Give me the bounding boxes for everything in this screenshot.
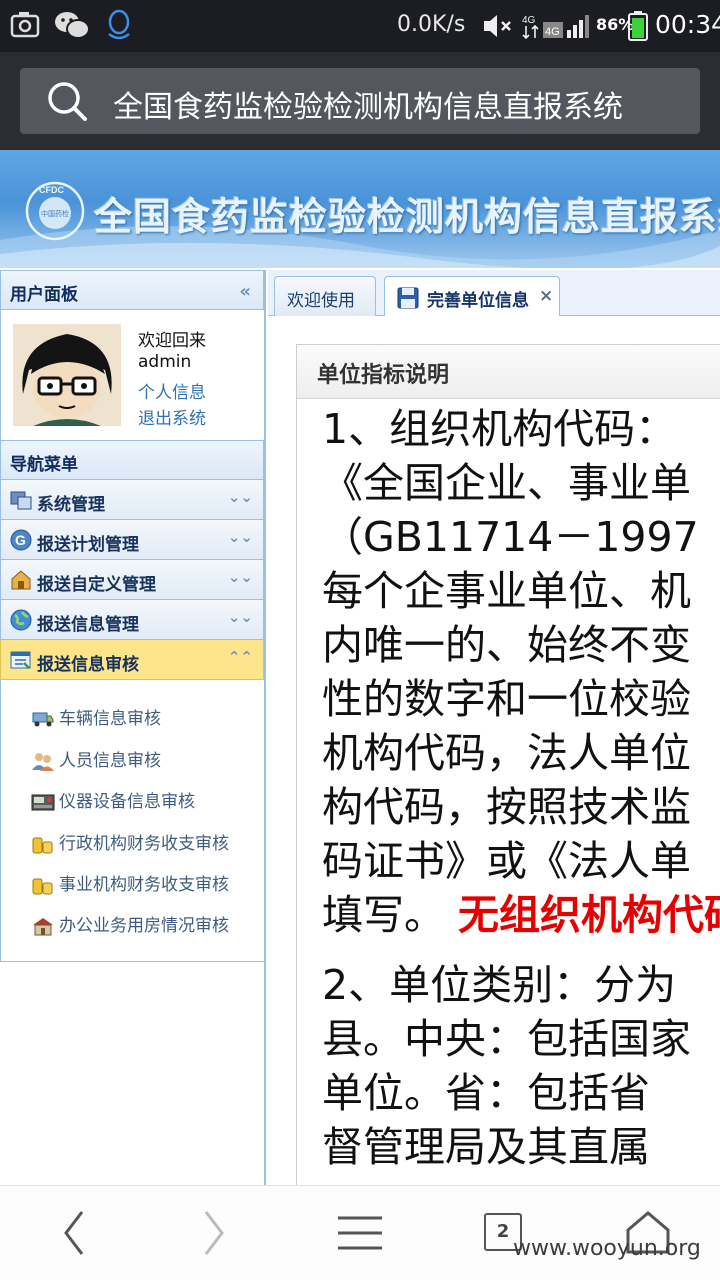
doc-line: 督管理局及其直属: [322, 1123, 650, 1171]
user-panel-title: 用户面板: [10, 285, 78, 305]
left-sidebar: 用户面板 « 欢迎回来 admin 个人信息 退出系统 导航菜单 系统管理 ⌄⌄: [0, 270, 266, 1185]
instrument-icon: [31, 794, 55, 811]
url-bar[interactable]: 全国食药监检验检测机构信息直报系统: [20, 68, 700, 134]
system-icon: [10, 491, 32, 510]
close-icon[interactable]: ×: [539, 286, 553, 306]
submenu-item-instrument[interactable]: 仪器设备信息审核: [31, 787, 195, 812]
doc-heading: 单位指标说明: [297, 345, 720, 399]
site-title: 全国食药监检验检测机构信息直报系统: [94, 195, 720, 239]
review-icon: [10, 651, 31, 669]
people-icon: [32, 753, 54, 771]
data-transfer-icon: 4G: [522, 15, 539, 40]
qq-icon: [108, 9, 130, 40]
tab-welcome[interactable]: 欢迎使用: [274, 276, 376, 316]
doc-line: 2、单位类别：分为: [322, 961, 677, 1009]
svg-text:4G: 4G: [522, 15, 536, 26]
submenu-item-admin-finance[interactable]: 行政机构财务收支审核: [31, 829, 229, 854]
chevron-down-icon: ⌄⌄: [227, 488, 253, 506]
profile-link[interactable]: 个人信息: [138, 378, 206, 403]
browser-toolbar: 全国食药监检验检测机构信息直报系统: [0, 52, 720, 150]
network-type: 4G: [545, 26, 560, 38]
cfdc-logo-icon: CFDC 中国药检: [25, 181, 85, 241]
doc-line: 《全国企业、事业单: [322, 459, 691, 507]
doc-line: 构代码，按照技术监: [322, 783, 691, 831]
menu-item-info[interactable]: 报送信息管理 ⌄⌄: [0, 600, 264, 640]
menu-icon[interactable]: [336, 1214, 384, 1254]
paragraph-2: 2、单位类别：分为 县。中央：包括国家 单位。省：包括省 督管理局及其直属: [322, 958, 720, 1174]
doc-line: （GB11714－1997: [322, 513, 699, 561]
chevron-down-icon: ⌄⌄: [227, 568, 253, 586]
doc-line: 机构代码，法人单位: [322, 729, 691, 777]
forward-icon[interactable]: [200, 1208, 230, 1258]
network-speed: 0.0K/s: [397, 12, 466, 37]
chevron-down-icon: ⌄⌄: [227, 608, 253, 626]
chevron-down-icon: ⌄⌄: [227, 528, 253, 546]
clock: 00:34: [655, 10, 720, 39]
logout-link[interactable]: 退出系统: [138, 404, 206, 429]
chevron-up-icon: ⌃⌃: [227, 648, 253, 666]
content-area: 单位指标说明 1、组织机构代码： 《全国企业、事业单 （GB11714－1997…: [268, 316, 720, 1185]
globe-icon: [10, 609, 32, 631]
coins-icon: [32, 878, 53, 895]
paragraph-1: 1、组织机构代码： 《全国企业、事业单 （GB11714－1997 每个企事业单…: [322, 402, 720, 942]
menu-item-system[interactable]: 系统管理 ⌄⌄: [0, 480, 264, 520]
signal-icon: 4G: [543, 15, 589, 38]
vehicle-icon: [32, 712, 54, 727]
coins-icon: [32, 837, 53, 854]
doc-line-last: 填写。 无组织机构代码: [322, 888, 720, 942]
submenu-item-institution-finance[interactable]: 事业机构财务收支审核: [31, 870, 229, 895]
review-submenu: 车辆信息审核 人员信息审核 仪器设备信息审核 行政机构财务收支审核 事业机构财务…: [0, 680, 264, 962]
warning-text: 无组织机构代码: [458, 891, 720, 939]
screenshot-icon: [10, 12, 40, 38]
doc-line: 1、组织机构代码：: [322, 405, 677, 453]
submenu-item-personnel[interactable]: 人员信息审核: [31, 746, 161, 771]
doc-line: 县。中央：包括国家: [322, 1015, 691, 1063]
username: admin: [138, 352, 192, 372]
browser-bottom-nav: 2: [0, 1185, 720, 1280]
logo-text: CFDC: [39, 185, 64, 195]
nav-menu-header: 导航菜单: [0, 440, 264, 480]
wechat-icon: [55, 12, 90, 39]
house-icon: [11, 570, 31, 590]
tab-unit-info[interactable]: 完善单位信息 ×: [384, 276, 560, 317]
logo-sub: 中国药检: [41, 209, 69, 218]
battery-icon: [628, 11, 648, 41]
welcome-text: 欢迎回来: [138, 331, 206, 351]
user-info: 欢迎回来 admin 个人信息 退出系统: [0, 310, 264, 440]
submenu-item-vehicle[interactable]: 车辆信息审核: [31, 704, 161, 729]
search-icon: [48, 82, 87, 121]
avatar: [13, 324, 121, 426]
building-icon: [33, 918, 53, 936]
menu-item-custom[interactable]: 报送自定义管理 ⌄⌄: [0, 560, 264, 600]
back-icon[interactable]: [58, 1208, 88, 1258]
plan-icon: G: [10, 529, 32, 551]
tab-bar: 欢迎使用 完善单位信息 ×: [268, 270, 720, 317]
user-panel-header: 用户面板 «: [0, 270, 264, 310]
site-banner: CFDC 中国药检 全国食药监检验检测机构信息直报系统: [0, 150, 720, 268]
menu-item-review[interactable]: 报送信息审核 ⌃⌃: [0, 640, 264, 680]
nav-menu-title: 导航菜单: [10, 455, 78, 475]
submenu-item-office-building[interactable]: 办公业务用房情况审核: [31, 911, 229, 936]
doc-line: 码证书》或《法人单: [322, 837, 691, 885]
status-bar: 0.0K/s 4G 4G 86% 00:34: [0, 0, 720, 52]
menu-item-plan[interactable]: G 报送计划管理 ⌄⌄: [0, 520, 264, 560]
svg-text:G: G: [15, 532, 26, 548]
watermark: www.wooyun.org: [513, 1236, 701, 1261]
doc-body: 1、组织机构代码： 《全国企业、事业单 （GB11714－1997 每个企事业单…: [322, 402, 720, 1185]
mute-icon: [484, 15, 511, 37]
doc-line: 每个企事业单位、机: [322, 567, 691, 615]
doc-line: 内唯一的、始终不变: [322, 621, 691, 669]
doc-line: 性的数字和一位校验: [322, 675, 691, 723]
url-text: 全国食药监检验检测机构信息直报系统: [113, 90, 623, 125]
collapse-icon[interactable]: «: [239, 281, 251, 302]
save-icon: [397, 287, 419, 309]
doc-line: 单位。省：包括省: [322, 1069, 650, 1117]
